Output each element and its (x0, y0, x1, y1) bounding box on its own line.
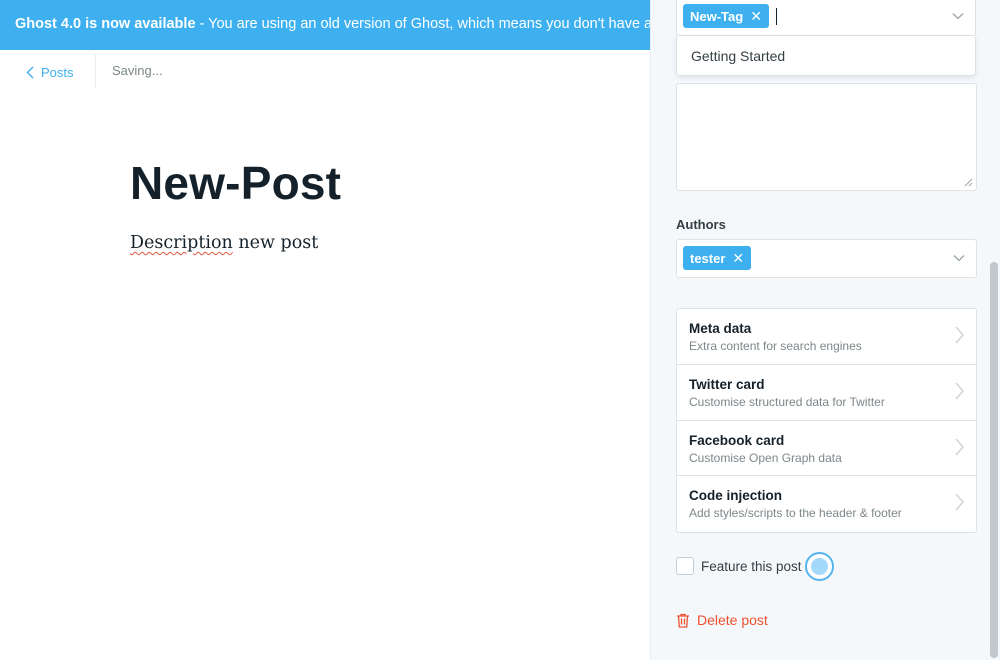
chevron-right-icon (955, 326, 964, 344)
menu-item-code-injection[interactable]: Code injection Add styles/scripts to the… (677, 476, 976, 532)
chevron-right-icon (955, 382, 964, 400)
text-caret (776, 8, 777, 25)
chevron-down-icon[interactable] (952, 12, 964, 20)
banner-message: - You are using an old version of Ghost,… (199, 16, 650, 32)
menu-item-description: Add styles/scripts to the header & foote… (689, 506, 902, 521)
misspelled-word: Description (130, 233, 233, 253)
scrollbar-thumb[interactable] (990, 262, 998, 658)
close-icon[interactable]: ✕ (732, 250, 744, 267)
tags-input[interactable]: New-Tag ✕ (676, 0, 976, 36)
post-settings-panel: New-Tag ✕ Getting Started Authors tester… (650, 0, 1000, 660)
chevron-left-icon (26, 66, 34, 78)
tag-suggestions-dropdown: Getting Started (676, 36, 976, 76)
tag-token: New-Tag ✕ (683, 4, 769, 28)
chevron-right-icon (955, 493, 964, 511)
feature-post-label[interactable]: Feature this post (701, 559, 802, 574)
post-title[interactable]: New-Post (130, 156, 341, 210)
chevron-down-icon[interactable] (953, 254, 965, 262)
menu-item-title: Meta data (689, 321, 752, 336)
menu-item-title: Twitter card (689, 376, 765, 392)
feature-post-checkbox[interactable] (676, 557, 694, 575)
save-status: Saving... (112, 63, 163, 78)
resize-grip-icon[interactable] (964, 178, 973, 187)
post-body[interactable]: Description new post (130, 233, 318, 253)
menu-item-title: Facebook card (689, 432, 785, 448)
toggle-knob[interactable] (805, 552, 834, 581)
menu-item-description: Customise structured data for Twitter (689, 394, 885, 409)
feature-post-row: Feature this post (676, 557, 802, 575)
menu-item-meta-data[interactable]: Meta data Extra content for search engin… (677, 309, 976, 365)
menu-item-title: Code injection (689, 488, 783, 504)
banner-headline: Ghost 4.0 is now available (15, 16, 196, 32)
editor-header: Posts Saving... (0, 50, 650, 92)
author-token: tester ✕ (683, 246, 752, 270)
author-token-label: tester (690, 250, 726, 266)
authors-input[interactable]: tester ✕ (676, 239, 977, 278)
settings-scrollbar[interactable] (988, 0, 1000, 660)
menu-item-description: Customise Open Graph data (689, 450, 842, 465)
tag-token-label: New-Tag (690, 8, 744, 24)
back-link-label: Posts (41, 64, 74, 80)
menu-item-facebook-card[interactable]: Facebook card Customise Open Graph data (677, 421, 976, 477)
post-body-text: new post (232, 233, 319, 253)
authors-label: Authors (676, 217, 726, 232)
back-to-posts-link[interactable]: Posts (26, 63, 74, 81)
menu-item-description: Extra content for search engines (689, 339, 862, 353)
tag-option[interactable]: Getting Started (691, 48, 785, 64)
trash-icon (677, 613, 689, 628)
close-icon[interactable]: ✕ (750, 8, 762, 25)
excerpt-textarea[interactable] (676, 83, 977, 191)
update-banner: Ghost 4.0 is now available - You are usi… (0, 0, 650, 50)
menu-item-twitter-card[interactable]: Twitter card Customise structured data f… (677, 365, 976, 421)
delete-post-button[interactable]: Delete post (676, 612, 768, 628)
chevron-right-icon (955, 438, 964, 455)
delete-post-label: Delete post (697, 612, 768, 628)
header-divider (95, 54, 96, 89)
settings-menu: Meta data Extra content for search engin… (676, 308, 977, 533)
